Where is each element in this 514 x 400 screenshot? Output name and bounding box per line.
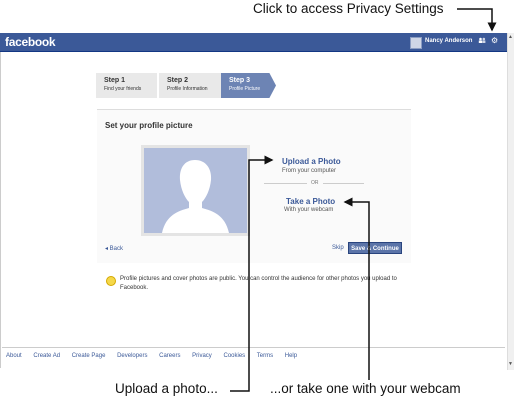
- upload-arrow: [230, 155, 274, 392]
- webcam-arrow: [343, 197, 370, 380]
- privacy-arrow: [457, 8, 497, 32]
- callout-arrows: [230, 8, 497, 392]
